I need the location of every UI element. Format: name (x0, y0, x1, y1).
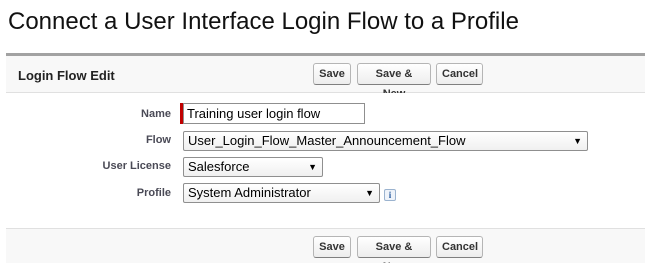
name-input[interactable]: Training user login flow (183, 103, 365, 124)
page-title: Connect a User Interface Login Flow to a… (8, 8, 519, 35)
profile-label: Profile (136, 187, 171, 199)
chevron-down-icon: ▼ (573, 136, 582, 146)
panel-header: Login Flow Edit Save Save & New Cancel (6, 56, 645, 100)
save-and-new-button-top[interactable]: Save & New (357, 63, 431, 100)
info-icon[interactable]: i (384, 189, 396, 201)
login-flow-edit-panel: Login Flow Edit Save Save & New Cancel N… (6, 53, 645, 263)
save-and-new-button-bottom[interactable]: Save & New (357, 236, 431, 263)
user-license-select-value: Salesforce (188, 159, 250, 174)
panel-footer: Save Save & New Cancel (6, 228, 645, 263)
flow-select[interactable]: User_Login_Flow_Master_Announcement_Flow… (183, 131, 588, 151)
save-button-top[interactable]: Save (313, 63, 351, 85)
profile-select[interactable]: System Administrator ▼ (183, 183, 380, 203)
flow-select-value: User_Login_Flow_Master_Announcement_Flow (188, 133, 466, 148)
save-button-bottom[interactable]: Save (313, 236, 351, 258)
user-license-label: User License (102, 160, 171, 172)
name-label: Name (141, 108, 171, 120)
cancel-button-top[interactable]: Cancel (436, 63, 483, 85)
page: Connect a User Interface Login Flow to a… (0, 0, 646, 263)
panel-body: Name Training user login flow Flow User_… (6, 93, 645, 228)
user-license-select[interactable]: Salesforce ▼ (183, 157, 323, 177)
panel-title: Login Flow Edit (18, 68, 115, 83)
profile-select-value: System Administrator (188, 185, 311, 200)
chevron-down-icon: ▼ (308, 162, 317, 172)
chevron-down-icon: ▼ (365, 188, 374, 198)
cancel-button-bottom[interactable]: Cancel (436, 236, 483, 258)
flow-label: Flow (145, 134, 171, 146)
